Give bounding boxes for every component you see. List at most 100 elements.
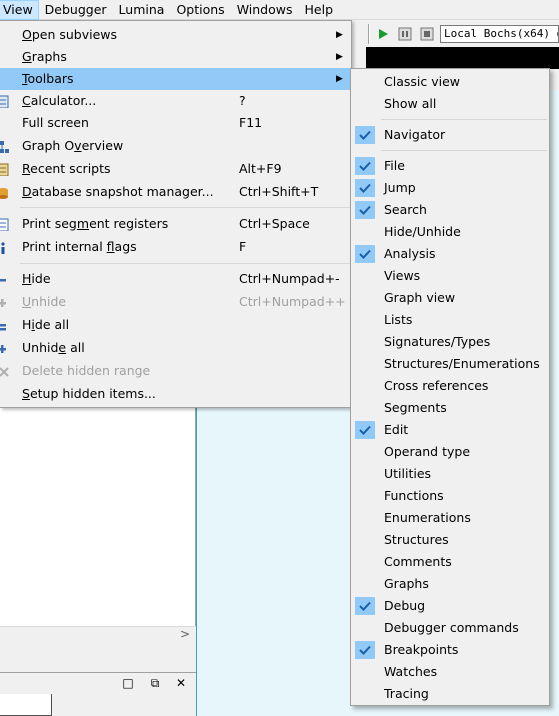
toolbar-separator — [368, 24, 370, 44]
toolbar-item-label: Comments — [384, 554, 452, 569]
toolbar-item-8[interactable]: Views — [351, 265, 549, 287]
checkmark-icon — [355, 641, 375, 659]
toolbar-item-1[interactable]: Show all — [351, 93, 549, 115]
toolbar-item-27[interactable]: Tracing — [351, 683, 549, 705]
checkmark-icon — [355, 597, 375, 615]
menu-separator — [381, 119, 547, 120]
menu-item-toolbars[interactable]: Toolbars ▶ — [0, 68, 351, 90]
toolbar-item-label: File — [384, 158, 405, 173]
info-icon — [0, 240, 9, 254]
menu-lumina[interactable]: Lumina — [113, 0, 171, 20]
toolbar-item-5[interactable]: Search — [351, 199, 549, 221]
submenu-arrow-icon: ▶ — [336, 30, 343, 40]
start-debugger-button[interactable] — [374, 25, 392, 43]
toolbar-item-label: Hide/Unhide — [384, 224, 461, 239]
menu-item-full-screen[interactable]: Full screen F11 — [0, 112, 351, 134]
menu-item-hide-all[interactable]: Hide all — [0, 314, 351, 336]
unhide-icon — [0, 295, 9, 309]
toolbar-item-label: Cross references — [384, 378, 489, 393]
play-icon — [379, 29, 388, 39]
toolbar-item-21[interactable]: Comments — [351, 551, 549, 573]
checkmark-icon — [355, 126, 375, 144]
toolbar-item-label: Navigator — [384, 127, 446, 142]
toolbar-item-10[interactable]: Lists — [351, 309, 549, 331]
toolbar-item-label: Graph view — [384, 290, 456, 305]
menu-item-hide[interactable]: Hide Ctrl+Numpad+- — [0, 268, 351, 290]
toolbar-item-9[interactable]: Graph view — [351, 287, 549, 309]
toolbar-item-label: Structures/Enumerations — [384, 356, 540, 371]
menu-windows[interactable]: Windows — [231, 0, 299, 20]
hide-icon — [0, 272, 9, 286]
menu-item-print-internal-flags[interactable]: Print internal flags F — [0, 236, 351, 258]
toolbar-item-17[interactable]: Utilities — [351, 463, 549, 485]
toolbars-submenu: Classic view Show all Navigator File Jump Sea… — [350, 68, 550, 706]
pause-icon — [398, 27, 412, 41]
segment-registers-icon — [0, 217, 9, 231]
pause-button[interactable] — [396, 25, 414, 43]
toolbar-item-label: Jump — [384, 180, 416, 195]
menu-separator — [20, 263, 350, 264]
toolbar-item-label: Edit — [384, 422, 409, 437]
toolbar-item-22[interactable]: Graphs — [351, 573, 549, 595]
toolbar-item-23[interactable]: Debug — [351, 595, 549, 617]
debugger-select[interactable]: Local Bochs(x64) debugger — [440, 25, 559, 43]
toolbar-item-label: Breakpoints — [384, 642, 459, 657]
toolbar-item-label: Enumerations — [384, 510, 471, 525]
toolbar-item-label: Views — [384, 268, 421, 283]
menu-help[interactable]: Help — [299, 0, 340, 20]
toolbar-item-18[interactable]: Functions — [351, 485, 549, 507]
menu-item-setup-hidden-items[interactable]: Setup hidden items... — [0, 383, 351, 405]
horizontal-scrollbar[interactable]: > — [0, 626, 196, 642]
menu-options[interactable]: Options — [170, 0, 230, 20]
float-icon[interactable]: ⧉ — [147, 675, 163, 691]
menu-debugger[interactable]: Debugger — [39, 0, 113, 20]
disassembly-header — [366, 47, 559, 69]
toolbar-item-label: Classic view — [384, 74, 460, 89]
toolbar-item-label: Segments — [384, 400, 447, 415]
toolbar-item-16[interactable]: Operand type — [351, 441, 549, 463]
toolbar-item-4[interactable]: Jump — [351, 177, 549, 199]
menu-separator — [381, 150, 547, 151]
menu-view[interactable]: View — [0, 0, 39, 20]
menu-item-graph-overview[interactable]: Graph Overview — [0, 135, 351, 157]
close-icon[interactable]: ✕ — [173, 675, 189, 691]
toolbar-item-25[interactable]: Breakpoints — [351, 639, 549, 661]
toolbar-item-label: Tracing — [384, 686, 429, 701]
toolbar-item-label: Signatures/Types — [384, 334, 491, 349]
toolbar-item-3[interactable]: File — [351, 155, 549, 177]
toolbar-item-0[interactable]: Classic view — [351, 71, 549, 93]
toolbar-item-6[interactable]: Hide/Unhide — [351, 221, 549, 243]
toolbar-item-20[interactable]: Structures — [351, 529, 549, 551]
toolbar-item-24[interactable]: Debugger commands — [351, 617, 549, 639]
checkmark-icon — [355, 157, 375, 175]
scroll-right-icon[interactable]: > — [180, 627, 190, 642]
toolbar-item-label: Operand type — [384, 444, 471, 459]
calculator-icon — [0, 94, 9, 108]
toolbar-item-label: Functions — [384, 488, 444, 503]
toolbar-item-7[interactable]: Analysis — [351, 243, 549, 265]
menu-item-print-segment-registers[interactable]: Print segment registers Ctrl+Space — [0, 213, 351, 235]
menu-item-calculator[interactable]: Calculator... ? — [0, 90, 351, 112]
hide-all-icon — [0, 318, 9, 332]
toolbar-item-14[interactable]: Segments — [351, 397, 549, 419]
toolbar-item-13[interactable]: Cross references — [351, 375, 549, 397]
delete-icon — [0, 364, 9, 378]
stop-button[interactable] — [418, 25, 436, 43]
toolbar-item-label: Watches — [384, 664, 438, 679]
toolbar-item-label: Lists — [384, 312, 413, 327]
restore-icon[interactable]: □ — [120, 675, 136, 691]
menu-item-open-subviews[interactable]: Open subviews ▶ — [0, 24, 351, 46]
menu-item-graphs[interactable]: Graphs ▶ — [0, 46, 351, 68]
menu-item-unhide-all[interactable]: Unhide all — [0, 337, 351, 359]
menu-item-recent-scripts[interactable]: Recent scripts Alt+F9 — [0, 158, 351, 180]
stop-icon — [420, 27, 434, 41]
toolbar-item-26[interactable]: Watches — [351, 661, 549, 683]
menu-item-unhide[interactable]: Unhide Ctrl+Numpad++ — [0, 291, 351, 313]
toolbar-item-11[interactable]: Signatures/Types — [351, 331, 549, 353]
menu-item-database-snapshot-manager[interactable]: Database snapshot manager... Ctrl+Shift+… — [0, 181, 351, 203]
toolbar-item-19[interactable]: Enumerations — [351, 507, 549, 529]
menu-item-delete-hidden-range[interactable]: Delete hidden range — [0, 360, 351, 382]
toolbar-item-15[interactable]: Edit — [351, 419, 549, 441]
toolbar-item-12[interactable]: Structures/Enumerations — [351, 353, 549, 375]
toolbar-item-2[interactable]: Navigator — [351, 124, 549, 146]
